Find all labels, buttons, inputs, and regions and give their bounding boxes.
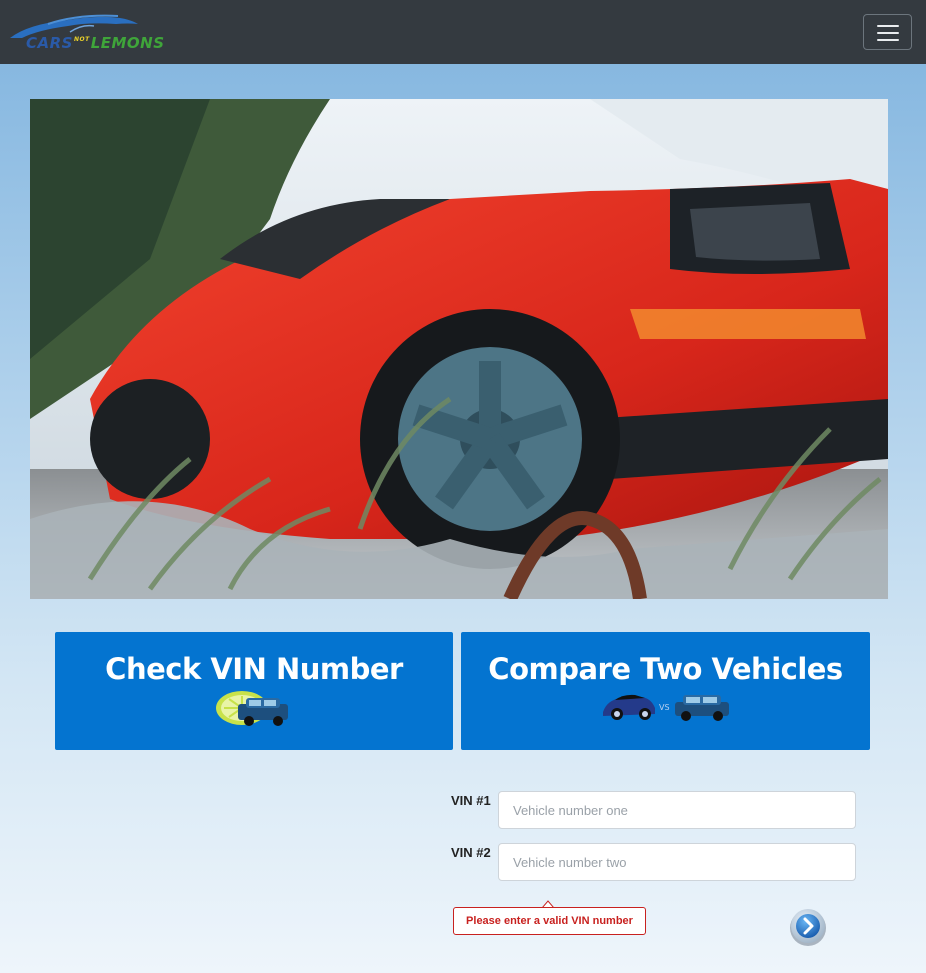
hamburger-line xyxy=(877,32,899,34)
car-vs-car-icon: VS xyxy=(602,694,729,721)
vin2-input[interactable] xyxy=(498,843,856,881)
vin2-label: VIN #2 xyxy=(451,845,491,860)
check-vin-title: Check VIN Number xyxy=(105,652,403,686)
submit-compare-button[interactable] xyxy=(789,908,827,946)
check-vin-tile-button[interactable]: Check VIN Number xyxy=(55,632,453,750)
site-logo[interactable]: CARSNOTLEMONS xyxy=(8,12,198,54)
compare-vehicles-title: Compare Two Vehicles xyxy=(488,652,843,686)
red-sports-car-illustration xyxy=(30,99,888,599)
logo-wordmark: CARSNOTLEMONS xyxy=(26,34,165,52)
navbar-menu-toggle-button[interactable] xyxy=(863,14,912,50)
vin1-label: VIN #1 xyxy=(451,793,491,808)
hero-image xyxy=(30,99,888,599)
svg-text:VS: VS xyxy=(659,703,670,712)
top-navbar: CARSNOTLEMONS xyxy=(0,0,926,64)
hamburger-line xyxy=(877,39,899,41)
hamburger-line xyxy=(877,25,899,27)
compare-vehicles-tile-button[interactable]: Compare Two Vehicles VS xyxy=(461,632,870,750)
lime-and-car-icon xyxy=(216,691,288,726)
validation-error-tooltip: Please enter a valid VIN number xyxy=(453,907,646,935)
next-arrow-icon xyxy=(790,909,826,946)
vin1-input[interactable] xyxy=(498,791,856,829)
